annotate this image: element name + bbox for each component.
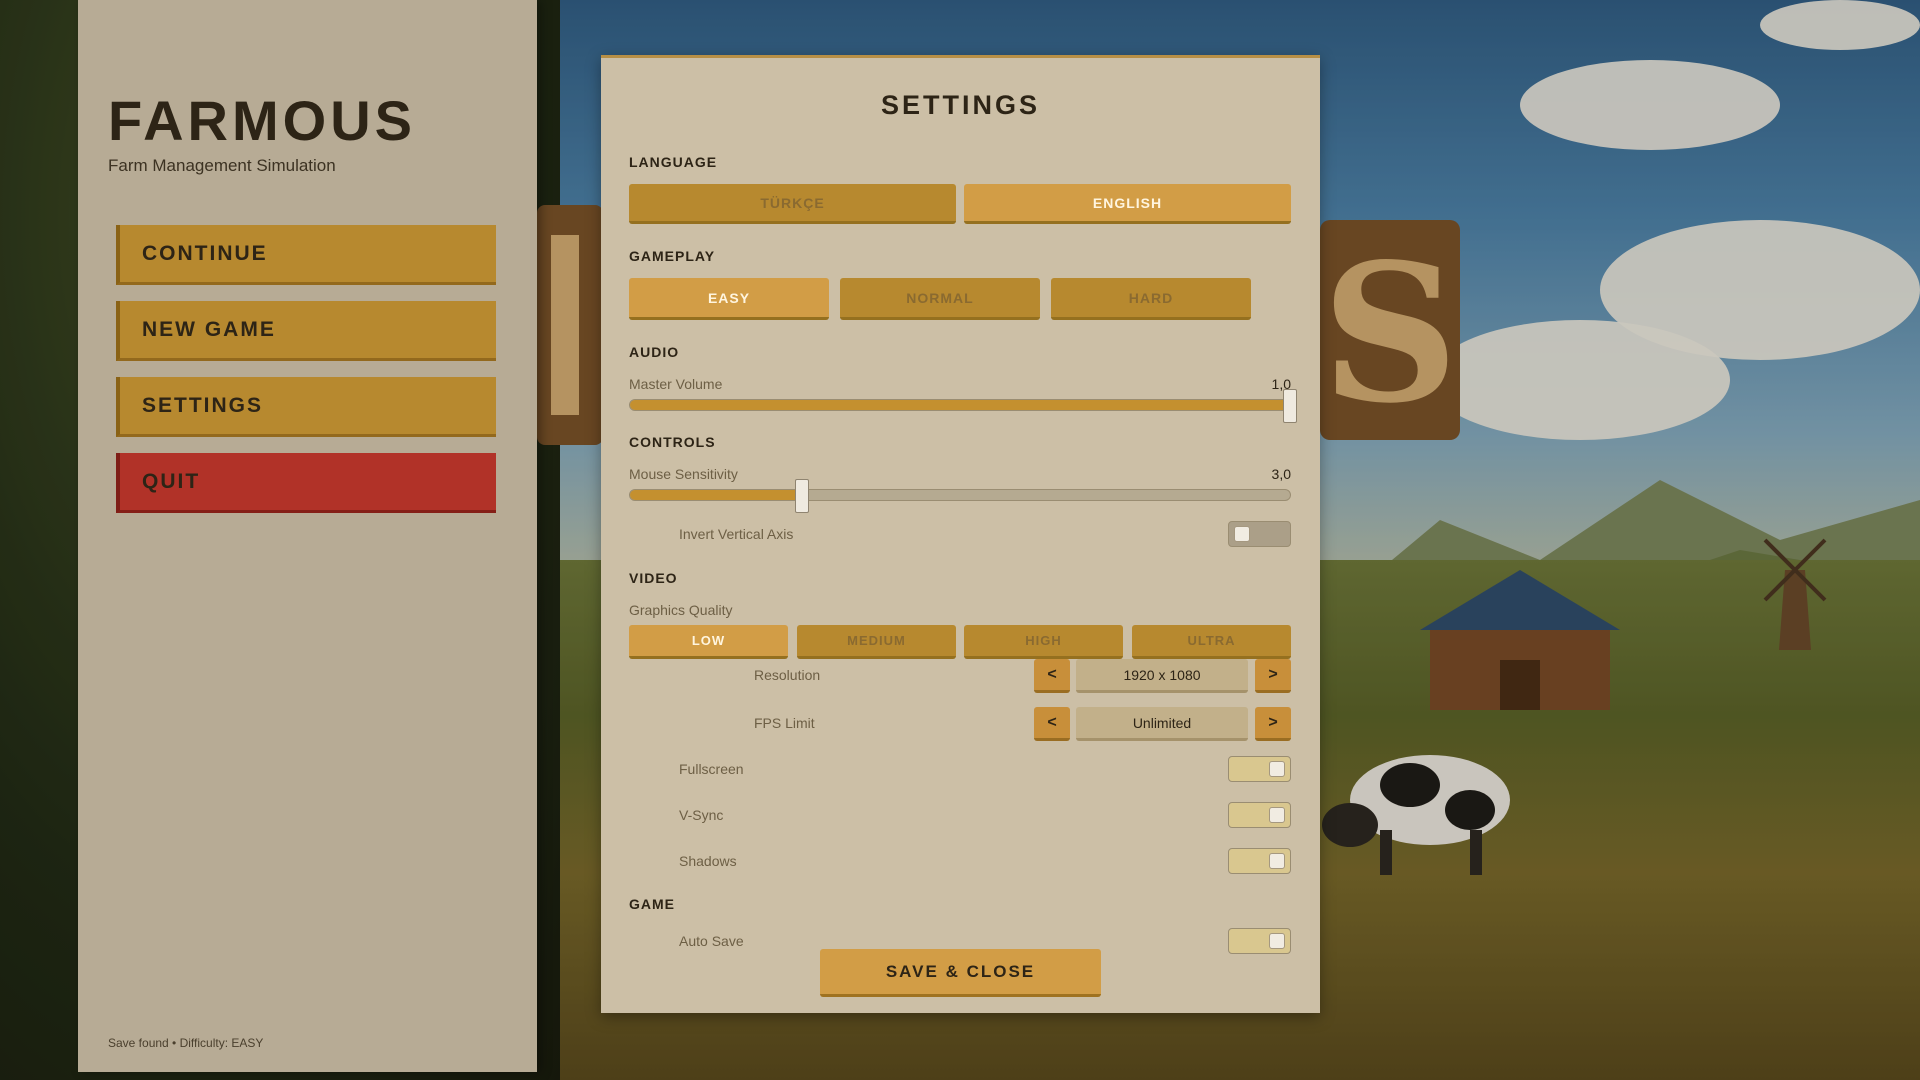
mouse-sensitivity-slider-knob[interactable] (794, 479, 809, 513)
controls-section-label: CONTROLS (629, 434, 716, 450)
toggle-thumb (1269, 853, 1285, 869)
toggle-thumb (1269, 761, 1285, 777)
game-subtitle: Farm Management Simulation (108, 156, 336, 175)
language-section-label: LANGUAGE (629, 154, 718, 170)
main-menu-panel: FARMOUS Farm Management Simulation CONTI… (78, 0, 537, 1072)
resolution-next-button[interactable]: > (1255, 659, 1291, 693)
fullscreen-toggle[interactable] (1228, 756, 1291, 782)
toggle-thumb (1269, 933, 1285, 949)
quality-option-high[interactable]: HIGH (964, 625, 1123, 659)
invert-vertical-axis-label: Invert Vertical Axis (679, 526, 794, 542)
toggle-thumb (1269, 807, 1285, 823)
shadows-label: Shadows (679, 853, 737, 869)
audio-section-label: AUDIO (629, 344, 680, 360)
game-title: FARMOUS (108, 89, 416, 152)
settings-button[interactable]: SETTINGS (116, 377, 496, 437)
continue-button[interactable]: CONTINUE (116, 225, 496, 285)
mouse-sensitivity-slider-fill (630, 490, 802, 500)
vsync-toggle[interactable] (1228, 802, 1291, 828)
quality-option-medium[interactable]: MEDIUM (797, 625, 956, 659)
resolution-label: Resolution (754, 667, 821, 683)
difficulty-option-easy[interactable]: EASY (629, 278, 829, 320)
quit-button[interactable]: QUIT (116, 453, 496, 513)
invert-vertical-axis-toggle[interactable] (1228, 521, 1291, 547)
toggle-thumb (1234, 526, 1250, 542)
settings-title: SETTINGS (880, 90, 1040, 120)
fullscreen-label: Fullscreen (679, 761, 744, 777)
auto-save-toggle[interactable] (1228, 928, 1291, 954)
quality-option-ultra[interactable]: ULTRA (1132, 625, 1291, 659)
video-section-label: VIDEO (629, 570, 678, 586)
mouse-sensitivity-value: 3,0 (1271, 466, 1291, 482)
difficulty-option-normal[interactable]: NORMAL (840, 278, 1040, 320)
fps-limit-prev-button[interactable]: < (1034, 707, 1070, 741)
fps-limit-value: Unlimited (1076, 707, 1248, 741)
language-option-turkish[interactable]: TÜRKÇE (629, 184, 956, 224)
game-section-label: GAME (629, 896, 675, 912)
master-volume-value: 1,0 (1271, 376, 1291, 392)
master-volume-slider[interactable] (629, 389, 1297, 423)
master-volume-label: Master Volume (629, 376, 723, 392)
master-volume-slider-knob[interactable] (1283, 389, 1297, 423)
language-option-english[interactable]: ENGLISH (964, 184, 1291, 224)
graphics-quality-label: Graphics Quality (629, 602, 733, 618)
fps-limit-next-button[interactable]: > (1255, 707, 1291, 741)
master-volume-slider-fill (630, 400, 1290, 410)
fps-limit-label: FPS Limit (754, 715, 815, 731)
difficulty-option-hard[interactable]: HARD (1051, 278, 1251, 320)
resolution-value: 1920 x 1080 (1076, 659, 1248, 693)
new-game-button[interactable]: NEW GAME (116, 301, 496, 361)
auto-save-label: Auto Save (679, 933, 744, 949)
vsync-label: V-Sync (679, 807, 724, 823)
mouse-sensitivity-slider[interactable] (629, 479, 1291, 513)
gameplay-section-label: GAMEPLAY (629, 248, 716, 264)
save-status-text: Save found • Difficulty: EASY (108, 1036, 264, 1050)
save-and-close-button[interactable]: SAVE & CLOSE (820, 949, 1101, 997)
settings-panel: SETTINGS LANGUAGE TÜRKÇE ENGLISH GAMEPLA… (601, 55, 1320, 1013)
mouse-sensitivity-label: Mouse Sensitivity (629, 466, 738, 482)
shadows-toggle[interactable] (1228, 848, 1291, 874)
resolution-prev-button[interactable]: < (1034, 659, 1070, 693)
quality-option-low[interactable]: LOW (629, 625, 788, 659)
